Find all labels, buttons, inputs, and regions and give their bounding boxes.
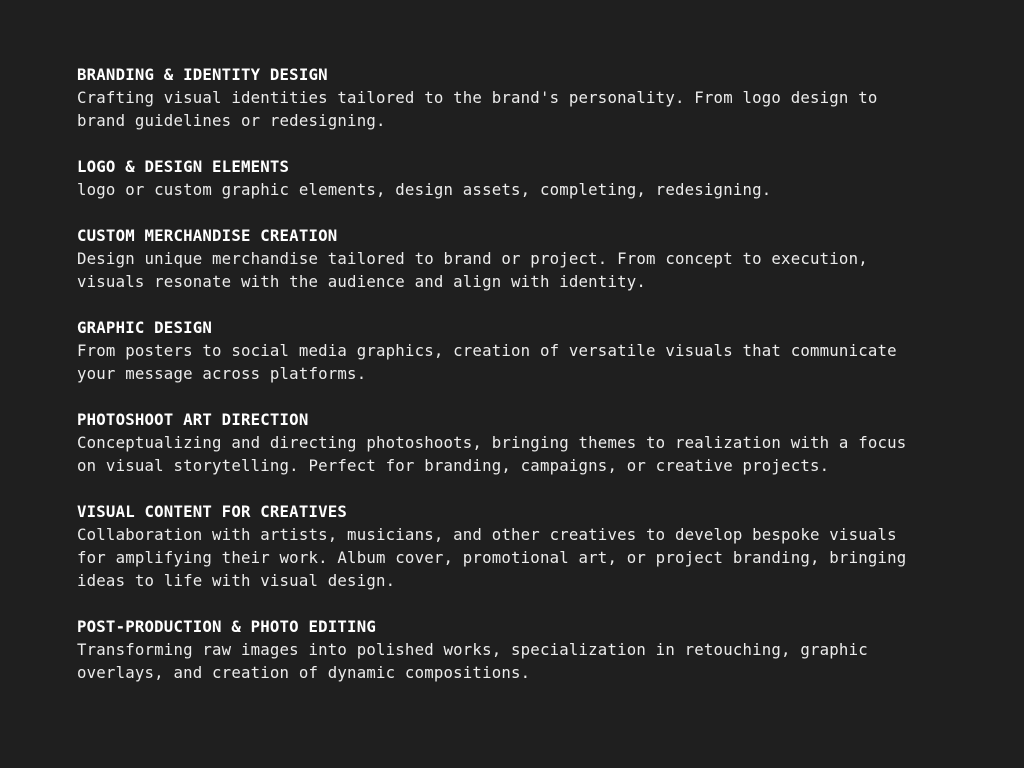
service-branding-identity: BRANDING & IDENTITY DESIGN Crafting visu… bbox=[77, 63, 984, 132]
service-title: BRANDING & IDENTITY DESIGN bbox=[77, 65, 328, 84]
service-logo-design-elements: LOGO & DESIGN ELEMENTS logo or custom gr… bbox=[77, 155, 984, 201]
service-description: Conceptualizing and directing photoshoot… bbox=[77, 433, 907, 475]
service-title: GRAPHIC DESIGN bbox=[77, 318, 213, 337]
service-photoshoot-art-direction: PHOTOSHOOT ART DIRECTION Conceptualizing… bbox=[77, 408, 984, 477]
service-description: Collaboration with artists, musicians, a… bbox=[77, 525, 907, 590]
service-title: CUSTOM MERCHANDISE CREATION bbox=[77, 226, 338, 245]
service-description: Design unique merchandise tailored to br… bbox=[77, 249, 868, 291]
service-description: logo or custom graphic elements, design … bbox=[77, 180, 772, 199]
service-post-production: POST-PRODUCTION & PHOTO EDITING Transfor… bbox=[77, 615, 984, 684]
service-description: From posters to social media graphics, c… bbox=[77, 341, 897, 383]
service-description: Crafting visual identities tailored to t… bbox=[77, 88, 878, 130]
service-graphic-design: GRAPHIC DESIGN From posters to social me… bbox=[77, 316, 984, 385]
service-custom-merchandise: CUSTOM MERCHANDISE CREATION Design uniqu… bbox=[77, 224, 984, 293]
service-title: PHOTOSHOOT ART DIRECTION bbox=[77, 410, 309, 429]
service-title: VISUAL CONTENT FOR CREATIVES bbox=[77, 502, 348, 521]
service-title: POST-PRODUCTION & PHOTO EDITING bbox=[77, 617, 376, 636]
service-visual-content-creatives: VISUAL CONTENT FOR CREATIVES Collaborati… bbox=[77, 500, 984, 592]
services-page: BRANDING & IDENTITY DESIGN Crafting visu… bbox=[0, 0, 1024, 768]
service-description: Transforming raw images into polished wo… bbox=[77, 640, 868, 682]
service-title: LOGO & DESIGN ELEMENTS bbox=[77, 157, 290, 176]
